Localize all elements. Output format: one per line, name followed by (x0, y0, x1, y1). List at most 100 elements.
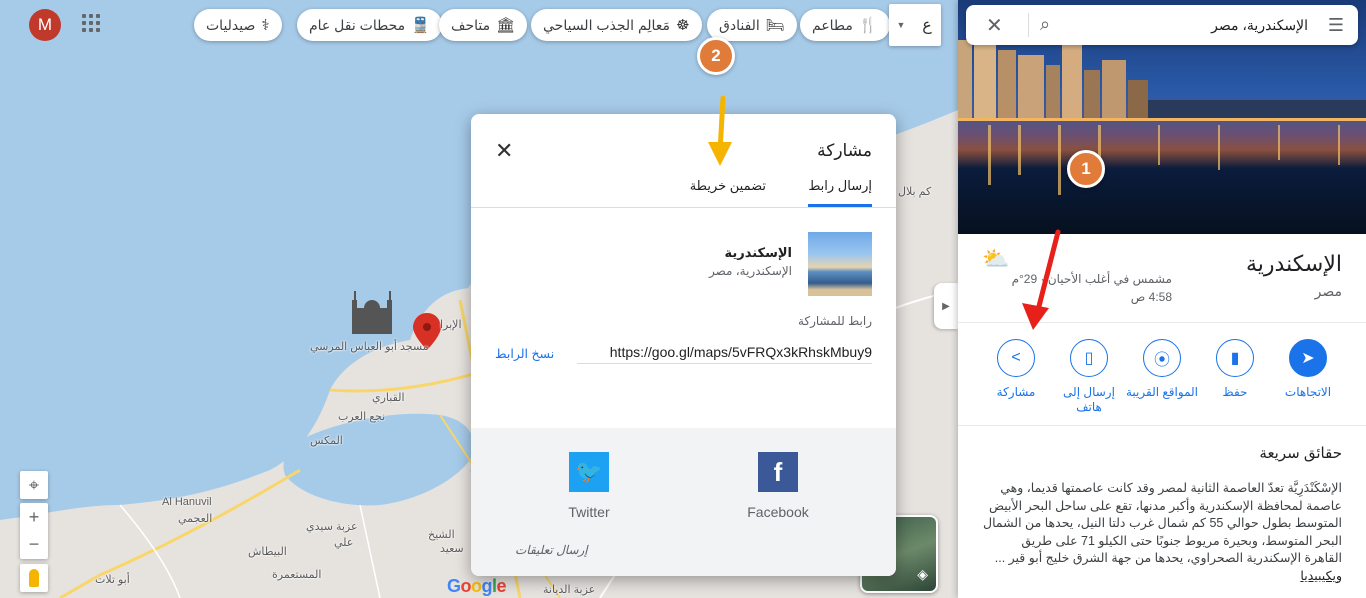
map-label-mosque[interactable]: مسجد أبو العباس المرسي (310, 340, 429, 353)
facts-body: الإسْكَنْدَرِيَّة تعدّ العاصمة الثانية ل… (983, 481, 1342, 565)
action-label: مشاركة (996, 385, 1036, 399)
place-hero-photo[interactable]: ☰ ⌕ ✕ (958, 0, 1366, 234)
chip-label: محطات نقل عام (309, 16, 406, 33)
share-place-name: الإسكندرية (724, 245, 792, 260)
attraction-icon: ☸ (676, 17, 690, 34)
map-label: علي (334, 537, 354, 549)
search-box[interactable]: ☰ ⌕ ✕ (966, 5, 1358, 45)
chip-label: مَعالِم الجذب السياحي (543, 16, 671, 33)
share-link-label: رابط للمشاركة (797, 314, 872, 328)
partly-sunny-icon: ⛅ (982, 246, 1010, 271)
close-icon[interactable]: ✕ (986, 13, 1003, 38)
account-avatar[interactable]: M (29, 9, 61, 41)
weather-widget: ⛅ مشمس في أغلب الأحيان · 29°م 4:58 ص (982, 246, 1172, 306)
search-icon[interactable]: ⌕ (1040, 14, 1050, 35)
facebook-share-button[interactable]: f Facebook (728, 452, 828, 520)
place-thumbnail (808, 232, 872, 296)
annotation-badge-2: 2 (697, 37, 735, 75)
chip-restaurants[interactable]: 🍴 مطاعم (800, 9, 890, 41)
map-label: عزبة سيدي (306, 521, 358, 533)
map-label: القباري (372, 392, 405, 404)
nearby-icon: ⦿ (1143, 339, 1181, 377)
action-label: إرسال إلى هاتف (1063, 385, 1115, 414)
pharmacy-icon: ⚕ (261, 17, 270, 34)
place-actions: ➤ الاتجاهات ▮ حفظ ⦿ المواقع القريبة ▯ إر… (958, 322, 1366, 426)
map-label: كم بلال (898, 186, 932, 198)
share-button[interactable]: < مشاركة (980, 339, 1052, 400)
map-label: الإبرا (440, 319, 462, 331)
more-chip-label: ع (922, 17, 932, 34)
map-label: سعيد (440, 543, 464, 555)
nearby-button[interactable]: ⦿ المواقع القريبة (1126, 339, 1198, 400)
more-categories-button[interactable]: ▼ ع (889, 4, 941, 46)
twitter-share-button[interactable]: 🐦 Twitter (539, 452, 639, 520)
map-label: البيطاش (248, 546, 287, 558)
my-location-button[interactable]: ⌖ (20, 471, 48, 499)
copy-link-button[interactable]: نسخ الرابط (495, 346, 554, 361)
place-country: مصر (1314, 283, 1342, 299)
share-dialog: مشاركة ✕ إرسال رابط تضمين خريطة الإسكندر… (471, 114, 896, 576)
map-label: الشيخ (428, 529, 455, 541)
chip-attractions[interactable]: ☸ مَعالِم الجذب السياحي (531, 9, 702, 41)
wikipedia-link[interactable]: ويكيبيديا (1300, 569, 1342, 583)
chip-hotels[interactable]: 🛏 الفنادق (707, 9, 797, 41)
map-label: المكس (310, 435, 343, 447)
map-label: نجع العرب (338, 411, 386, 423)
search-divider (1028, 13, 1029, 37)
tab-embed-map[interactable]: تضمين خريطة (690, 178, 766, 204)
directions-button[interactable]: ➤ الاتجاهات (1272, 339, 1344, 400)
weather-line: مشمس في أغلب الأحيان · 29°م (1011, 272, 1172, 286)
send-feedback-link[interactable]: إرسال تعليقات (515, 543, 588, 557)
twitter-icon: 🐦 (569, 452, 609, 492)
weather-desc: مشمس في أغلب الأحيان (1047, 272, 1172, 286)
chip-label: الفنادق (719, 16, 760, 33)
caret-down-icon: ▼ (896, 20, 906, 30)
send-to-phone-icon: ▯ (1070, 339, 1108, 377)
google-logo: Google (447, 576, 507, 596)
action-label: حفظ (1222, 385, 1248, 399)
annotation-badge-1: 1 (1067, 150, 1105, 188)
facebook-icon: f (758, 452, 798, 492)
chip-label: مطاعم (812, 16, 853, 33)
map-label: Al Hanuvil (162, 496, 212, 508)
tab-send-link[interactable]: إرسال رابط (808, 178, 872, 207)
chip-transit[interactable]: 🚆 محطات نقل عام (297, 9, 442, 41)
map-label: أبو تلات (95, 574, 130, 586)
quick-facts-title: حقائق سريعة (1259, 445, 1342, 462)
quick-facts-text: الإسْكَنْدَرِيَّة تعدّ العاصمة الثانية ل… (982, 480, 1342, 585)
facebook-label: Facebook (747, 504, 809, 520)
action-label: الاتجاهات (1284, 385, 1332, 399)
directions-icon: ➤ (1289, 339, 1327, 377)
save-button[interactable]: ▮ حفظ (1199, 339, 1271, 400)
share-place-address: الإسكندرية، مصر (708, 264, 792, 278)
layers-icon: ◈ (917, 566, 928, 582)
zoom-in-button[interactable]: + (29, 503, 40, 531)
location-target-icon: ⌖ (28, 474, 40, 495)
map-label: العجمي (178, 513, 213, 525)
hotel-icon: 🛏 (765, 17, 785, 34)
place-title: الإسكندرية (1246, 251, 1342, 276)
collapse-panel-button[interactable]: ▶ (934, 283, 958, 329)
zoom-out-button[interactable]: − (29, 531, 40, 559)
close-dialog-button[interactable]: ✕ (495, 138, 513, 164)
share-link-field[interactable] (577, 340, 872, 364)
chip-label: صيدليات (206, 16, 256, 33)
map-label: عزبة الديانة (543, 584, 596, 596)
bookmark-icon: ▮ (1216, 339, 1254, 377)
menu-hamburger-icon[interactable]: ☰ (1328, 15, 1344, 36)
weather-temp: 29°م (1011, 272, 1038, 286)
street-view-pegman[interactable] (20, 564, 48, 592)
share-icon: < (997, 339, 1035, 377)
zoom-controls: + − (20, 503, 48, 559)
send-to-phone-button[interactable]: ▯ إرسال إلى هاتف (1053, 339, 1125, 415)
side-panel: ☰ ⌕ ✕ الإسكندرية مصر ⛅ مشمس في أغلب الأح… (958, 0, 1366, 598)
twitter-label: Twitter (568, 504, 610, 520)
chip-pharmacies[interactable]: ⚕ صيدليات (194, 9, 282, 41)
chip-label: متاحف (451, 16, 491, 33)
museum-icon: 🏛 (496, 17, 516, 34)
pegman-icon (29, 569, 39, 587)
chip-museums[interactable]: 🏛 متاحف (439, 9, 528, 41)
restaurant-icon: 🍴 (858, 17, 878, 34)
apps-grid-icon[interactable] (82, 14, 100, 32)
search-input[interactable] (1128, 13, 1308, 37)
